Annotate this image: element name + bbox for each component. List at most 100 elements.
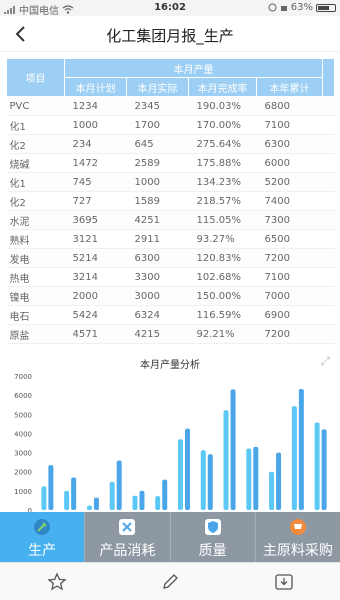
table-row: 镍电 2000 3000 150.00% 7000 <box>6 286 335 306</box>
table-row: 原盐 4571 4215 92.21% 7200 <box>6 324 335 344</box>
chart-bar <box>71 477 77 510</box>
cell-item: 化1 <box>6 172 65 192</box>
table-row: PVC 1234 2345 190.03% 6800 <box>6 96 335 116</box>
chart-bar <box>223 410 229 510</box>
cell-spacer <box>322 115 335 135</box>
cell-item: 烧碱 <box>6 153 65 173</box>
cell-spacer <box>322 172 335 192</box>
cell-spacer <box>322 267 335 287</box>
wrench-icon <box>34 519 51 535</box>
chart-bar <box>314 422 320 510</box>
tab-raw-material[interactable]: 主原料采购 <box>254 512 340 562</box>
table-body: PVC 1234 2345 190.03% 6800 化1 1000 1700 170.00% 7… <box>6 96 335 344</box>
y-tick-label: 2000 <box>14 469 32 477</box>
production-table-container: 项目 本月产量 本月计划 本月实际 本月完成率 本年累计 PVC 1234 2345… <box>6 58 335 344</box>
chart-bar <box>109 481 115 510</box>
cell-rate: 175.88% <box>188 153 257 173</box>
table-row: 烧碱 1472 2589 175.88% 6000 <box>6 153 335 173</box>
cell-item: 发电 <box>6 248 65 268</box>
cell-actual: 2911 <box>126 229 189 249</box>
pencil-icon[interactable] <box>160 572 180 592</box>
cell-rate: 102.68% <box>188 267 257 287</box>
cell-actual: 1700 <box>126 115 189 135</box>
y-tick-label: 7000 <box>14 373 32 381</box>
cell-item: 热电 <box>6 267 65 287</box>
cell-plan: 3121 <box>64 229 127 249</box>
chart-bar <box>139 490 145 510</box>
chart-bar <box>41 486 47 510</box>
tab-consumption[interactable]: 产品消耗 <box>84 512 170 562</box>
chart-bar <box>230 389 236 510</box>
tab-quality[interactable]: 质量 <box>169 512 255 562</box>
cell-item: 熟料 <box>6 229 65 249</box>
y-tick-label: 6000 <box>14 392 32 400</box>
shield-icon <box>204 519 221 535</box>
star-icon[interactable] <box>47 572 67 592</box>
tab-label: 主原料采购 <box>262 543 333 559</box>
cell-spacer <box>322 96 335 116</box>
app-root: 中国电信 16:02 63% 化工集团月报_生产 项目 本月产量 本月计划 本月… <box>0 0 340 600</box>
cell-plan: 1234 <box>64 96 127 116</box>
table-row: 化1 745 1000 134.23% 5200 <box>6 172 335 192</box>
cell-rate: 190.03% <box>188 96 257 116</box>
cell-ytd: 6900 <box>256 305 323 325</box>
cell-ytd: 6000 <box>256 153 323 173</box>
cell-item: 化2 <box>6 134 65 154</box>
y-tick-label: 5000 <box>14 411 32 419</box>
cell-rate: 218.57% <box>188 191 257 211</box>
cart-icon <box>289 519 306 535</box>
cell-actual: 6324 <box>126 305 189 325</box>
cell-plan: 5424 <box>64 305 127 325</box>
chart-bar <box>269 471 275 510</box>
cell-actual: 3000 <box>126 286 189 306</box>
cell-rate: 116.59% <box>188 305 257 325</box>
table-row: 化2 727 1589 218.57% 7400 <box>6 191 335 211</box>
chart-bar <box>93 497 99 510</box>
expand-icon[interactable]: ⤢ <box>320 354 330 369</box>
cell-plan: 5214 <box>64 248 127 268</box>
cell-spacer <box>322 153 335 173</box>
chart-bar <box>178 439 183 510</box>
chart-bar <box>86 505 92 510</box>
cell-actual: 4251 <box>126 210 189 230</box>
cell-spacer <box>322 305 335 325</box>
cell-rate: 275.64% <box>188 134 257 154</box>
table-row: 熟料 3121 2911 93.27% 6500 <box>6 229 335 249</box>
cell-rate: 115.05% <box>188 210 257 230</box>
header-plan: 本月计划 <box>64 77 127 97</box>
battery-icon <box>316 3 336 12</box>
chart-bar <box>253 446 259 510</box>
cell-spacer <box>322 229 335 249</box>
table-row: 发电 5214 6300 120.83% 7200 <box>6 248 335 268</box>
chart-svg: 70006000500040003000200010000 <box>14 373 327 515</box>
cell-actual: 645 <box>126 134 189 154</box>
cell-ytd: 6500 <box>256 229 323 249</box>
cell-item: 电石 <box>6 305 65 325</box>
cell-rate: 93.27% <box>188 229 257 249</box>
cell-spacer <box>322 248 335 268</box>
header-item: 项目 <box>6 58 65 97</box>
tab-label: 质量 <box>198 543 227 559</box>
cell-ytd: 6300 <box>256 134 323 154</box>
cell-spacer <box>322 191 335 211</box>
cell-rate: 150.00% <box>188 286 257 306</box>
header-actual: 本月实际 <box>126 77 189 97</box>
alarm-icon <box>280 6 287 11</box>
tab-production[interactable]: 生产 <box>0 512 85 562</box>
chart-bar <box>162 479 168 510</box>
cell-actual: 6300 <box>126 248 189 268</box>
cell-rate: 170.00% <box>188 115 257 135</box>
cell-plan: 234 <box>64 134 127 154</box>
table-row: 热电 3214 3300 102.68% 7100 <box>6 267 335 287</box>
cell-ytd: 6800 <box>256 96 323 116</box>
download-icon[interactable] <box>274 572 294 592</box>
tab-label: 产品消耗 <box>99 543 156 559</box>
cell-actual: 3300 <box>126 267 189 287</box>
cell-item: 水泥 <box>6 210 65 230</box>
cell-item: PVC <box>6 96 65 116</box>
cell-spacer <box>322 210 335 230</box>
cell-rate: 120.83% <box>188 248 257 268</box>
cell-plan: 1472 <box>64 153 127 173</box>
chart-bar <box>185 428 190 510</box>
header-monthly-output: 本月产量 <box>64 58 323 78</box>
